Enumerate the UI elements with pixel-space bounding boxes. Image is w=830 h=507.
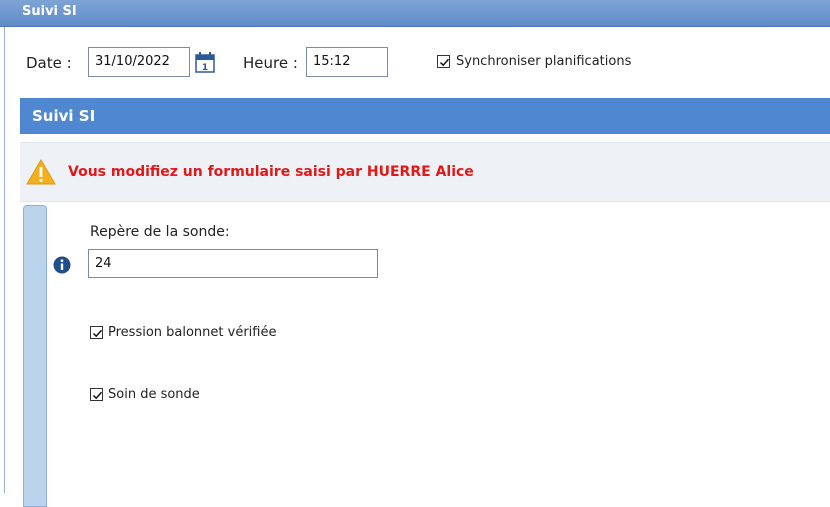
calendar-icon[interactable]: 1 (195, 51, 215, 73)
warning-text: Vous modifiez un formulaire saisi par HU… (68, 164, 474, 180)
window-title: Suivi SI (22, 4, 77, 19)
time-label: Heure : (243, 54, 298, 72)
sync-label: Synchroniser planifications (456, 54, 632, 69)
pression-checkbox[interactable] (90, 326, 103, 339)
sync-checkbox[interactable] (437, 55, 450, 68)
soin-label: Soin de sonde (108, 387, 200, 402)
svg-text:1: 1 (202, 63, 208, 73)
form-side-stripe (23, 205, 47, 507)
soin-checkbox[interactable] (90, 388, 103, 401)
window-titlebar: Suivi SI (0, 0, 830, 27)
warning-banner: Vous modifiez un formulaire saisi par HU… (20, 142, 830, 202)
checkbox-checked-icon (92, 329, 103, 338)
date-label: Date : (26, 54, 72, 72)
left-border (4, 0, 5, 493)
time-field[interactable]: 15:12 (306, 47, 388, 77)
section-header: Suivi SI (20, 98, 830, 134)
repere-label: Repère de la sonde: (90, 224, 230, 240)
checkbox-checked-icon (92, 391, 103, 400)
info-icon[interactable] (53, 256, 71, 274)
date-field[interactable]: 31/10/2022 (88, 47, 190, 77)
section-title: Suivi SI (32, 107, 96, 125)
checkbox-checked-icon (439, 58, 450, 67)
warning-icon (26, 159, 56, 185)
repere-input[interactable]: 24 (88, 249, 378, 278)
pression-label: Pression balonnet vérifiée (108, 325, 277, 340)
